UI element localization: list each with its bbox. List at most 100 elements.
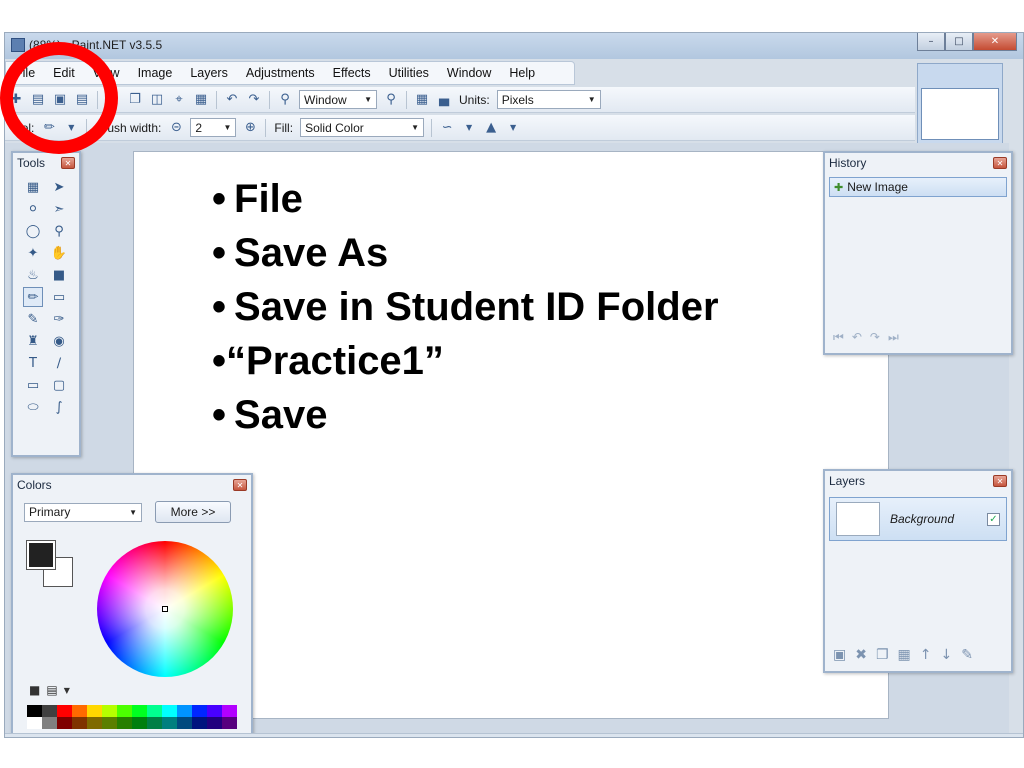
move-selection-icon[interactable]: ➣ <box>49 199 69 219</box>
add-layer-icon[interactable]: ▣ <box>833 647 846 663</box>
deselect-icon[interactable]: ▦ <box>193 92 209 108</box>
chevron-down-icon[interactable]: ▼ <box>64 686 70 695</box>
color-palette[interactable] <box>27 705 237 729</box>
bullet-item: • Save <box>212 388 719 442</box>
close-icon[interactable]: ✕ <box>233 479 247 491</box>
toolbar-divider <box>431 118 433 137</box>
decrease-icon[interactable]: ⊝ <box>168 120 184 136</box>
eraser-icon[interactable]: ▭ <box>49 287 69 307</box>
line-curve-icon[interactable]: ∕ <box>49 353 69 373</box>
paint-bucket-icon[interactable]: ♨ <box>23 265 43 285</box>
history-panel: History ✕ ✚ New Image ⏮ ↶ ↷ ⏭ <box>823 151 1013 355</box>
bullet-marker: • <box>212 285 227 329</box>
tools-panel: Tools ✕ ▦ ➤ ⚪ ➣ ◯ ⚲ ✦ ✋ ♨ ■ ✏ ▭ ✎ ✑ ♜ ◉ … <box>11 151 81 457</box>
close-icon[interactable]: ✕ <box>61 157 75 169</box>
palette-menu-icon[interactable]: ▤ <box>46 683 57 697</box>
menu-image[interactable]: Image <box>129 66 182 80</box>
ellipse-select-icon[interactable]: ◯ <box>23 221 43 241</box>
duplicate-layer-icon[interactable]: ❐ <box>876 647 889 663</box>
toolbar-divider <box>216 90 217 109</box>
crop-icon[interactable]: ⌖ <box>171 92 187 108</box>
ellipse-icon[interactable]: ⬭ <box>23 397 43 417</box>
paste-icon[interactable]: ◫ <box>149 92 165 108</box>
colors-panel: Colors ✕ Primary ▼ More >> ■ ▤ ▼ <box>11 473 253 737</box>
maximize-button[interactable]: □ <box>945 33 973 51</box>
menu-effects[interactable]: Effects <box>324 66 380 80</box>
undo-icon[interactable]: ↶ <box>852 330 862 345</box>
antialiasing-icon[interactable]: ∽ <box>439 120 455 136</box>
pan-hand-icon[interactable]: ✋ <box>49 243 69 263</box>
move-layer-up-icon[interactable]: ↑ <box>920 647 932 663</box>
freeform-shape-icon[interactable]: ∫ <box>49 397 69 417</box>
minimize-button[interactable]: – <box>917 33 945 51</box>
history-panel-title: History <box>829 156 867 170</box>
move-selected-pixels-icon[interactable]: ➤ <box>49 177 69 197</box>
menu-layers[interactable]: Layers <box>181 66 237 80</box>
increase-icon[interactable]: ⊕ <box>242 120 258 136</box>
zoom-icon[interactable]: ⚲ <box>49 221 69 241</box>
layer-visibility-checkbox[interactable]: ✓ <box>987 512 1000 526</box>
brush-width-combo[interactable]: 2 ▼ <box>190 118 237 137</box>
color-picker-icon[interactable]: ✑ <box>49 309 69 329</box>
zoom-in-icon[interactable]: ⚲ <box>383 92 399 108</box>
color-mode-value: Primary <box>29 505 71 519</box>
rectangle-select-icon[interactable]: ▦ <box>23 177 43 197</box>
window-controls: – □ ✕ <box>917 33 1017 51</box>
fill-combo[interactable]: Solid Color ▼ <box>300 118 425 137</box>
bullet-marker: • <box>212 393 227 437</box>
primary-color-swatch[interactable] <box>26 540 56 570</box>
zoom-combo[interactable]: Window ▼ <box>299 90 377 109</box>
add-color-icon[interactable]: ■ <box>29 683 40 697</box>
toolbar-divider <box>406 90 407 109</box>
clone-stamp-icon[interactable]: ♜ <box>23 331 43 351</box>
chevron-down-icon[interactable]: ▼ <box>505 120 521 136</box>
move-layer-down-icon[interactable]: ↓ <box>941 647 953 663</box>
redo-icon[interactable]: ↷ <box>246 92 262 108</box>
gradient-icon[interactable]: ■ <box>49 265 69 285</box>
rectangle-icon[interactable]: ▭ <box>23 375 43 395</box>
more-colors-button[interactable]: More >> <box>155 501 231 523</box>
chevron-down-icon: ▼ <box>129 507 137 517</box>
ruler-icon[interactable]: ▄ <box>436 92 452 108</box>
undo-icon[interactable]: ↶ <box>224 92 240 108</box>
close-button[interactable]: ✕ <box>973 33 1017 51</box>
layer-row[interactable]: Background ✓ <box>829 497 1007 541</box>
color-wheel[interactable] <box>97 541 233 677</box>
lasso-select-icon[interactable]: ⚪ <box>23 199 43 219</box>
units-combo-value: Pixels <box>501 92 534 107</box>
color-wheel-marker[interactable] <box>162 606 168 612</box>
layer-thumbnail <box>836 502 880 536</box>
recolor-icon[interactable]: ◉ <box>49 331 69 351</box>
merge-layer-down-icon[interactable]: ▦ <box>898 647 911 663</box>
close-icon[interactable]: ✕ <box>993 157 1007 169</box>
layers-panel-title: Layers <box>829 474 866 488</box>
layer-properties-icon[interactable]: ✎ <box>961 647 973 663</box>
grid-icon[interactable]: ▦ <box>414 92 430 108</box>
pencil-icon[interactable]: ✎ <box>23 309 43 329</box>
menu-window[interactable]: Window <box>438 66 500 80</box>
menu-utilities[interactable]: Utilities <box>380 66 438 80</box>
close-icon[interactable]: ✕ <box>993 475 1007 487</box>
zoom-out-icon[interactable]: ⚲ <box>277 92 293 108</box>
rewind-icon[interactable]: ⏮ <box>833 330 844 345</box>
text-tool-icon[interactable]: T <box>23 353 43 373</box>
fast-forward-icon[interactable]: ⏭ <box>888 330 899 345</box>
chevron-down-icon[interactable]: ▼ <box>461 120 477 136</box>
slide: (88%) - Paint.NET v3.5.5 – □ ✕ File Edit… <box>0 0 1024 768</box>
redo-icon[interactable]: ↷ <box>870 330 880 345</box>
image-thumbnail-tab[interactable] <box>917 63 1003 145</box>
menu-adjustments[interactable]: Adjustments <box>237 66 324 80</box>
paintnet-app-icon <box>11 38 25 52</box>
bullet-item: • Save As <box>212 226 719 280</box>
rounded-rectangle-icon[interactable]: ▢ <box>49 375 69 395</box>
paintbrush-icon[interactable]: ✏ <box>23 287 43 307</box>
tools-panel-header: Tools ✕ <box>13 153 79 173</box>
history-item[interactable]: ✚ New Image <box>829 177 1007 197</box>
magic-wand-icon[interactable]: ✦ <box>23 243 43 263</box>
units-combo[interactable]: Pixels ▼ <box>496 90 601 109</box>
menu-help[interactable]: Help <box>500 66 544 80</box>
color-mode-combo[interactable]: Primary ▼ <box>24 502 142 522</box>
blend-mode-icon[interactable]: ▲ <box>483 120 499 136</box>
delete-layer-icon[interactable]: ✖ <box>855 647 867 663</box>
copy-icon[interactable]: ❐ <box>127 92 143 108</box>
